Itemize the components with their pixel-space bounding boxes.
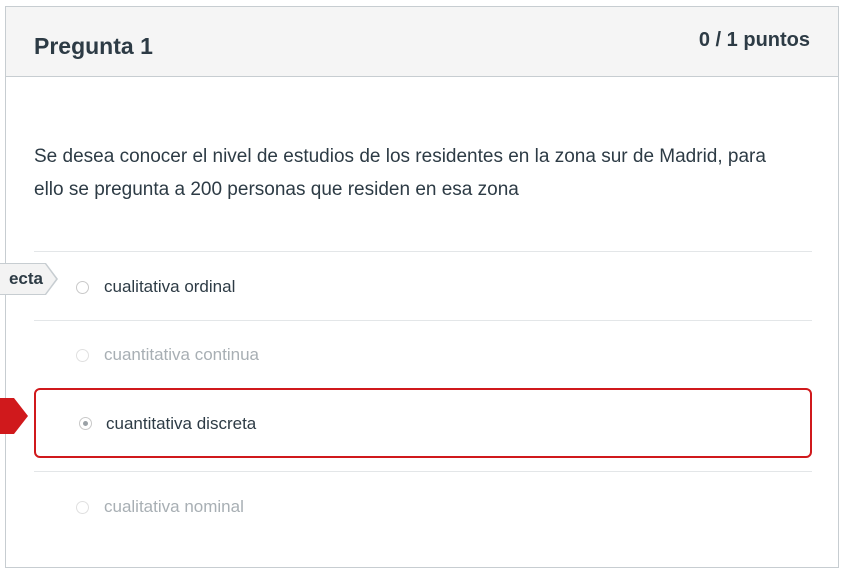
answer-option-cualitativa-nominal[interactable]: cualitativa nominal <box>34 482 812 534</box>
answer-option-cuantitativa-continua[interactable]: cuantitativa continua <box>34 330 812 382</box>
answer-label: cuantitativa discreta <box>106 414 257 433</box>
answer-option-cuantitativa-discreta-selected[interactable]: cuantitativa discreta <box>34 388 812 458</box>
answer-divider <box>34 320 812 321</box>
answer-option-cualitativa-ordinal[interactable]: cualitativa ordinal <box>34 262 812 314</box>
radio-button[interactable] <box>76 349 89 362</box>
radio-button[interactable] <box>76 281 89 294</box>
question-title: Pregunta 1 <box>34 33 153 59</box>
wrong-answer-flag-arrow-icon <box>14 398 28 434</box>
answer-label: cuantitativa continua <box>104 345 259 364</box>
question-card: Pregunta 1 0 / 1 puntos Se desea conocer… <box>5 6 839 568</box>
quiz-page: Pregunta 1 0 / 1 puntos Se desea conocer… <box>0 0 848 577</box>
correct-answer-flag: ecta <box>0 263 46 295</box>
answer-label: cualitativa nominal <box>104 497 244 516</box>
answer-divider <box>34 471 812 472</box>
question-text: Se desea conocer el nivel de estudios de… <box>34 146 766 200</box>
correct-answer-flag-arrow-icon <box>45 263 58 295</box>
question-header: Pregunta 1 0 / 1 puntos <box>6 7 838 77</box>
radio-button[interactable] <box>76 501 89 514</box>
question-points: 0 / 1 puntos <box>698 29 810 51</box>
answer-label: cualitativa ordinal <box>104 277 236 296</box>
answer-divider <box>34 251 812 252</box>
wrong-answer-flag <box>0 398 14 434</box>
radio-button-selected[interactable] <box>79 417 92 430</box>
